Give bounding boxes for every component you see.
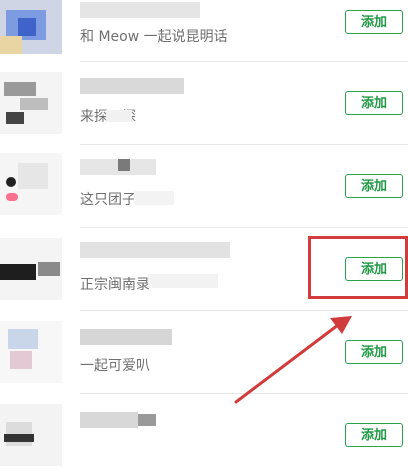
add-button[interactable]: 添加 — [345, 91, 403, 115]
avatar — [0, 0, 62, 62]
avatar — [0, 72, 62, 134]
contact-name-redacted — [80, 78, 184, 94]
highlight-box — [308, 236, 408, 299]
contact-row[interactable]: 一起可爱叭 添加 — [0, 311, 408, 393]
avatar — [0, 321, 62, 383]
name-mark — [138, 414, 156, 426]
add-button[interactable]: 添加 — [345, 10, 403, 34]
contact-row[interactable]: 和 Meow 一起说昆明话 添加 — [0, 0, 408, 62]
add-button[interactable]: 添加 — [345, 423, 403, 447]
avatar — [0, 238, 62, 300]
contact-name-redacted — [80, 242, 230, 258]
contact-row[interactable]: 添加 — [0, 394, 408, 474]
name-mark — [118, 159, 130, 171]
contact-row[interactable]: 这只团子的 添加 — [0, 145, 408, 227]
text-mask — [134, 191, 174, 205]
avatar — [0, 404, 62, 466]
contact-name-redacted — [80, 2, 200, 18]
contact-subtitle: 一起可爱叭 — [80, 358, 150, 374]
avatar — [0, 153, 62, 215]
add-button[interactable]: 添加 — [345, 340, 403, 364]
contact-subtitle: 和 Meow 一起说昆明话 — [80, 29, 228, 45]
contact-subtitle: 正宗闽南录 — [80, 277, 150, 293]
text-mask — [106, 110, 132, 122]
contact-row[interactable]: 来探一探 添加 — [0, 62, 408, 144]
contact-name-redacted — [80, 329, 172, 345]
contact-name-redacted — [80, 412, 138, 428]
text-mask — [148, 274, 218, 288]
add-button[interactable]: 添加 — [345, 174, 403, 198]
